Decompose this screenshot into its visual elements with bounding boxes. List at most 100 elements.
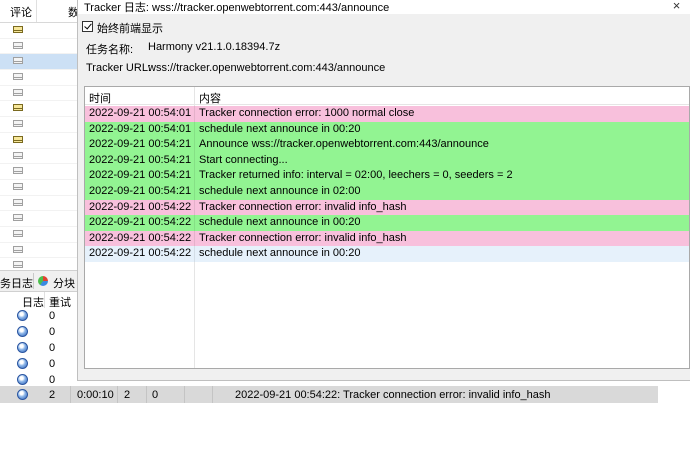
log-message-cell: schedule next announce in 00:20 <box>199 216 361 229</box>
list-item[interactable] <box>0 180 78 196</box>
column-separator <box>194 215 195 231</box>
log-time-cell: 2022-09-21 00:54:21 <box>89 138 192 151</box>
status-message: 2022-09-21 00:54:22: Tracker connection … <box>235 389 551 401</box>
column-separator <box>194 137 195 153</box>
info-icon <box>17 342 28 353</box>
tracker-log-dialog: Tracker 日志: wss://tracker.openwebtorrent… <box>77 0 690 381</box>
close-icon[interactable]: × <box>663 0 690 14</box>
table-row[interactable]: 0 <box>0 308 78 324</box>
column-separator <box>117 386 118 403</box>
status-num2: 0 <box>152 389 159 401</box>
mail-icon <box>13 245 23 253</box>
list-item[interactable] <box>0 211 78 227</box>
column-separator <box>194 152 195 169</box>
column-separator <box>194 230 195 247</box>
log-message-cell: Tracker returned info: interval = 02:00,… <box>199 169 513 182</box>
table-row[interactable]: 2022-09-21 00:54:22 Tracker connection er… <box>85 230 689 247</box>
table-row[interactable]: 0 <box>0 356 78 372</box>
column-separator <box>194 106 195 122</box>
table-row[interactable]: 0 <box>0 340 78 356</box>
table-body: 2022-09-21 00:54:01 Tracker connection er… <box>85 106 689 262</box>
background-list-header: 评论 数 <box>0 0 78 23</box>
log-time-cell: 2022-09-21 00:54:01 <box>89 122 192 135</box>
list-item[interactable] <box>0 54 78 71</box>
mail-icon <box>13 151 23 159</box>
time-column-header[interactable]: 时间 <box>89 90 111 106</box>
status-count: 2 <box>49 389 56 401</box>
table-row[interactable]: 2022-09-21 00:54:21 Tracker returned info… <box>85 168 689 184</box>
content-column-header[interactable]: 内容 <box>199 90 221 106</box>
mail-icon <box>13 182 23 190</box>
tab-separator <box>33 273 34 289</box>
mail-icon <box>13 41 23 49</box>
table-row[interactable]: 2022-09-21 00:54:21 Start connecting... <box>85 152 689 169</box>
mail-open-icon <box>13 26 23 33</box>
mail-icon <box>13 214 23 222</box>
tracker-log-table[interactable]: 时间 内容 2022-09-21 00:54:01 Tracker connect… <box>84 86 690 369</box>
retry-count: 0 <box>49 342 56 354</box>
info-icon <box>17 389 28 400</box>
list-item[interactable] <box>0 117 78 133</box>
mail-icon <box>13 198 23 206</box>
comment-column-header[interactable]: 评论 <box>10 4 32 20</box>
log-time-cell: 2022-09-21 00:54:22 <box>89 216 192 229</box>
dialog-title: Tracker 日志: wss://tracker.openwebtorrent… <box>84 2 390 14</box>
list-item[interactable] <box>0 23 78 39</box>
mail-icon <box>13 120 23 128</box>
log-time-cell: 2022-09-21 00:54:22 <box>89 247 192 260</box>
mail-icon <box>13 88 23 96</box>
list-item[interactable] <box>0 196 78 212</box>
tracker-url-value: wss://tracker.openwebtorrent.com:443/ann… <box>148 62 386 74</box>
info-icon <box>17 374 28 385</box>
mail-icon <box>13 57 23 65</box>
list-item[interactable] <box>0 86 78 102</box>
column-separator <box>70 386 71 403</box>
log-message-cell: schedule next announce in 00:20 <box>199 122 361 135</box>
column-separator <box>36 0 37 22</box>
task-log-header: 日志 重试 <box>0 292 78 309</box>
mail-open-icon <box>13 104 23 112</box>
column-separator <box>184 386 185 403</box>
list-item[interactable] <box>0 243 78 259</box>
bottom-tab-bar: 务日志 分块 <box>0 270 78 292</box>
task-name-value: Harmony v21.1.0.18394.7z <box>148 41 281 53</box>
log-message-cell: schedule next announce in 00:20 <box>199 247 361 260</box>
table-row[interactable]: 2022-09-21 00:54:01 Tracker connection er… <box>85 106 689 122</box>
table-row[interactable]: 2022-09-21 00:54:22 Tracker connection er… <box>85 199 689 216</box>
list-item[interactable] <box>0 133 78 149</box>
column-separator <box>194 168 195 184</box>
task-name-label: 任务名称: <box>86 44 134 56</box>
table-header: 时间 内容 <box>85 87 689 106</box>
table-row[interactable]: 0 <box>0 324 78 340</box>
info-icon <box>17 326 28 337</box>
task-log-list: 0 0 0 0 0 <box>0 308 78 388</box>
mail-icon <box>13 167 23 175</box>
tab-task-log[interactable]: 务日志 <box>0 275 33 291</box>
column-separator <box>44 292 45 308</box>
tab-blocks[interactable]: 分块 <box>53 275 75 291</box>
comment-icon-list <box>0 23 78 274</box>
column-separator <box>194 199 195 216</box>
log-time-cell: 2022-09-21 00:54:01 <box>89 107 192 119</box>
always-on-top-label[interactable]: 始终前端显示 <box>97 20 163 36</box>
list-item[interactable] <box>0 101 78 118</box>
column-separator <box>194 121 195 138</box>
log-time-cell: 2022-09-21 00:54:21 <box>89 153 192 166</box>
list-item[interactable] <box>0 70 78 86</box>
table-row[interactable]: 2022-09-21 00:54:22 schedule next announc… <box>85 246 689 262</box>
status-row[interactable]: 2 0:00:10 2 0 2022-09-21 00:54:22: Track… <box>0 386 658 403</box>
tracker-url-label: Tracker URL: <box>86 62 151 74</box>
table-row[interactable]: 2022-09-21 00:54:01 schedule next announc… <box>85 121 689 138</box>
retry-count: 0 <box>49 326 56 338</box>
list-item[interactable] <box>0 149 78 165</box>
table-row[interactable]: 2022-09-21 00:54:21 schedule next announc… <box>85 183 689 200</box>
table-row[interactable]: 2022-09-21 00:54:21 Announce wss://tracke… <box>85 137 689 153</box>
dialog-titlebar[interactable]: Tracker 日志: wss://tracker.openwebtorrent… <box>78 0 690 14</box>
column-separator <box>146 386 147 403</box>
retry-count: 0 <box>49 374 56 386</box>
list-item[interactable] <box>0 39 78 55</box>
list-item[interactable] <box>0 227 78 243</box>
list-item[interactable] <box>0 164 78 180</box>
checkbox-checked-icon[interactable] <box>82 21 93 32</box>
table-row[interactable]: 2022-09-21 00:54:22 schedule next announc… <box>85 215 689 231</box>
